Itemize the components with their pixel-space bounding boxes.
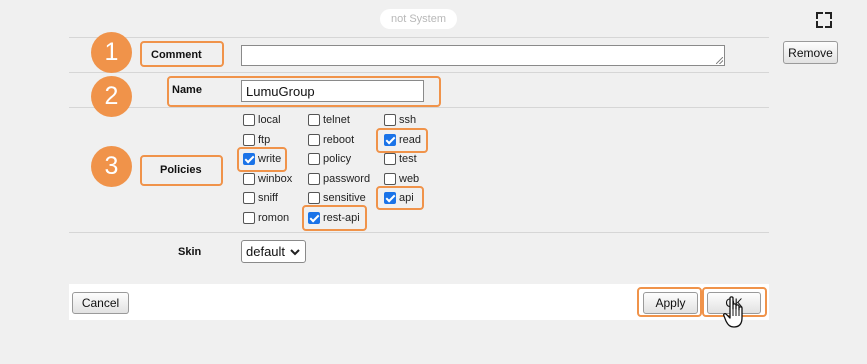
api-checkbox[interactable] (384, 192, 396, 204)
remove-button[interactable]: Remove (783, 41, 838, 64)
policy-test[interactable]: test (384, 151, 417, 167)
policy-policy[interactable]: policy (308, 151, 351, 167)
policy-web[interactable]: web (384, 171, 419, 187)
divider (69, 107, 769, 108)
policy-rest-api[interactable]: rest-api (308, 210, 360, 226)
hand-cursor-icon (723, 296, 743, 328)
divider (69, 72, 769, 73)
web-checkbox[interactable] (384, 173, 396, 185)
policies-label: Policies (160, 164, 202, 176)
sniff-checkbox[interactable] (243, 192, 255, 204)
ftp-checkbox[interactable] (243, 134, 255, 146)
system-badge: not System (380, 9, 457, 29)
read-checkbox[interactable] (384, 134, 396, 146)
step-marker-3: 3 (91, 146, 132, 187)
policy-winbox[interactable]: winbox (243, 171, 292, 187)
resize-grip-icon[interactable] (716, 57, 723, 64)
policy-sensitive[interactable]: sensitive (308, 190, 366, 206)
skin-label: Skin (178, 246, 202, 258)
policy-telnet[interactable]: telnet (308, 112, 350, 128)
winbox-checkbox[interactable] (243, 173, 255, 185)
policy-ssh[interactable]: ssh (384, 112, 416, 128)
policy-romon[interactable]: romon (243, 210, 289, 226)
fullscreen-icon[interactable] (816, 12, 832, 28)
comment-field[interactable] (241, 45, 725, 66)
local-checkbox[interactable] (243, 114, 255, 126)
reboot-checkbox[interactable] (308, 134, 320, 146)
name-field[interactable]: LumuGroup (241, 80, 424, 102)
ssh-checkbox[interactable] (384, 114, 396, 126)
name-value: LumuGroup (246, 83, 315, 99)
apply-button[interactable]: Apply (643, 292, 698, 314)
policy-local[interactable]: local (243, 112, 281, 128)
password-checkbox[interactable] (308, 173, 320, 185)
policy-ftp[interactable]: ftp (243, 132, 270, 148)
policy-reboot[interactable]: reboot (308, 132, 354, 148)
divider (69, 232, 769, 233)
name-label: Name (172, 84, 202, 96)
policy-checkbox[interactable] (308, 153, 320, 165)
cancel-button[interactable]: Cancel (72, 292, 129, 314)
romon-checkbox[interactable] (243, 212, 255, 224)
policy-sniff[interactable]: sniff (243, 190, 278, 206)
policy-api[interactable]: api (384, 190, 414, 206)
skin-value: default (246, 244, 286, 259)
step-marker-2: 2 (91, 76, 132, 117)
write-checkbox[interactable] (243, 153, 255, 165)
rest-api-checkbox[interactable] (308, 212, 320, 224)
chevron-down-icon (290, 248, 300, 255)
sensitive-checkbox[interactable] (308, 192, 320, 204)
skin-select[interactable]: default (241, 240, 306, 263)
test-checkbox[interactable] (384, 153, 396, 165)
policy-password[interactable]: password (308, 171, 370, 187)
comment-label: Comment (151, 49, 202, 61)
telnet-checkbox[interactable] (308, 114, 320, 126)
divider (69, 37, 769, 38)
policy-read[interactable]: read (384, 132, 421, 148)
policy-write[interactable]: write (243, 151, 281, 167)
step-marker-1: 1 (91, 32, 132, 73)
